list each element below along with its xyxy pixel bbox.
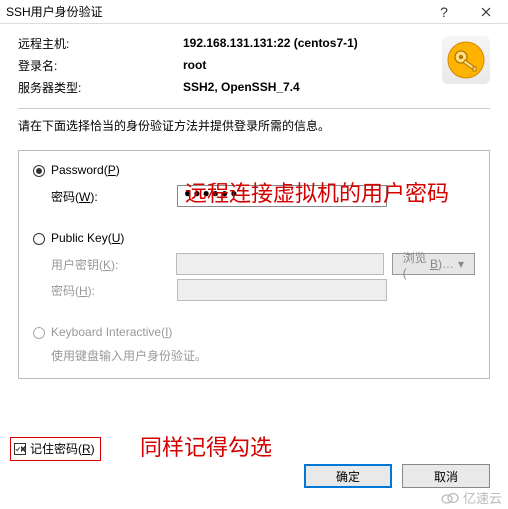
titlebar: SSH用户身份验证 ? [0, 0, 508, 24]
remote-host-label: 远程主机: [18, 35, 183, 52]
userkey-input [176, 253, 384, 275]
server-type-value: SSH2, OpenSSH_7.4 [183, 80, 300, 94]
help-button[interactable]: ? [424, 0, 464, 24]
remember-password-container[interactable]: 记住密码(R) [10, 437, 101, 461]
password-field-label: 密码(W): [51, 188, 177, 205]
login-label: 登录名: [18, 57, 183, 74]
browse-button: 浏览(B)… ▾ [392, 253, 475, 275]
ok-button[interactable]: 确定 [304, 464, 392, 488]
remember-checkbox[interactable] [14, 443, 26, 455]
ki-subtext: 使用键盘输入用户身份验证。 [33, 347, 475, 364]
key-icon [442, 36, 490, 84]
watermark: 亿速云 [441, 488, 502, 507]
server-type-label: 服务器类型: [18, 79, 183, 96]
publickey-radio[interactable] [33, 233, 45, 245]
ki-radio-label: Keyboard Interactive(I) [51, 325, 172, 339]
pk-password-input [177, 279, 387, 301]
cancel-button[interactable]: 取消 [402, 464, 490, 488]
publickey-radio-label: Public Key(U) [51, 231, 124, 245]
connection-info: 远程主机: 192.168.131.131:22 (centos7-1) 登录名… [18, 32, 490, 98]
annotation-password: 远程连接虚拟机的用户密码 [185, 176, 449, 208]
divider [18, 108, 490, 109]
ki-radio [33, 327, 45, 339]
dialog-buttons: 确定 取消 [304, 464, 490, 488]
userkey-label: 用户密钥(K): [51, 256, 176, 273]
pk-password-label: 密码(H): [51, 282, 177, 299]
remember-label: 记住密码(R) [30, 440, 95, 457]
password-radio-label: Password(P) [51, 163, 120, 177]
login-value: root [183, 58, 206, 72]
close-button[interactable] [464, 0, 508, 24]
password-radio[interactable] [33, 165, 45, 177]
window-title: SSH用户身份验证 [6, 3, 424, 20]
remote-host-value: 192.168.131.131:22 (centos7-1) [183, 36, 358, 50]
annotation-remember: 同样记得勾选 [140, 430, 272, 462]
instruction-text: 请在下面选择恰当的身份验证方法并提供登录所需的信息。 [18, 117, 490, 134]
